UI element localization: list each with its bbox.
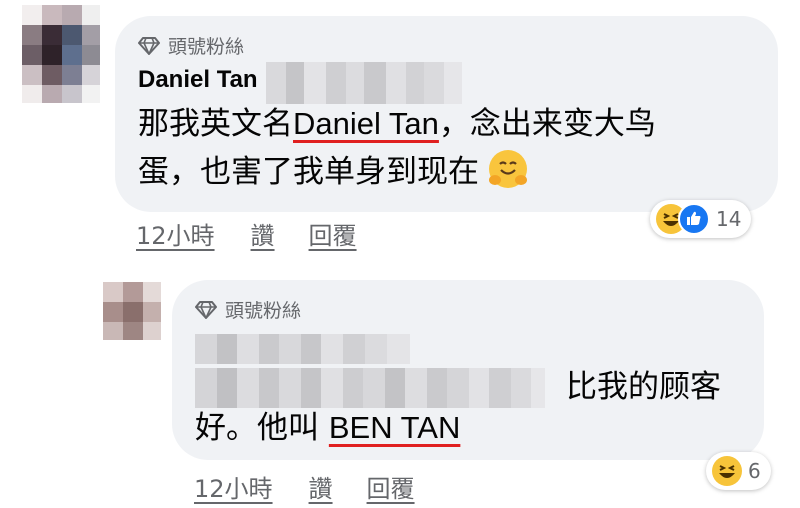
like-icon: [678, 203, 710, 235]
comment-text-line: 比我的顾客: [566, 367, 721, 407]
diamond-icon: [138, 36, 160, 56]
blurred-author-name: [195, 334, 410, 364]
reactions-summary[interactable]: 14: [650, 200, 752, 238]
comment-text-line: 那我英文名Daniel Tan，念出来变大鸟: [138, 104, 656, 144]
timestamp-link[interactable]: 12小時: [194, 469, 273, 504]
badge-label: 頭號粉絲: [168, 36, 245, 58]
commenter-avatar[interactable]: [22, 5, 100, 103]
top-fan-badge: 頭號粉絲: [138, 32, 244, 59]
blurred-text: [266, 62, 462, 104]
hugging-face-emoji: [488, 150, 527, 188]
reply-action-button[interactable]: 回覆: [367, 469, 415, 504]
haha-icon: [712, 456, 742, 486]
comment-actions: 12小時 讚 回覆: [136, 216, 357, 251]
text-segment: 蛋，也害了我单身到现在: [138, 154, 479, 190]
top-fan-badge: 頭號粉絲: [195, 296, 301, 323]
like-action-button[interactable]: 讚: [309, 469, 333, 504]
diamond-icon: [195, 300, 217, 320]
text-segment: 好。他叫: [195, 410, 329, 446]
underlined-name: BEN TAN: [328, 410, 461, 445]
reaction-count: 14: [716, 207, 742, 231]
reply-avatar[interactable]: [103, 282, 161, 340]
comment-text-line: 蛋，也害了我单身到现在: [138, 150, 527, 192]
comment-actions: 12小時 讚 回覆: [194, 469, 415, 504]
comment-text-line: 好。他叫 BEN TAN: [195, 408, 460, 448]
text-segment: 那我英文名: [138, 106, 293, 142]
text-segment: ，念出来变大鸟: [438, 106, 656, 142]
like-action-button[interactable]: 讚: [251, 216, 275, 251]
timestamp-link[interactable]: 12小時: [136, 216, 215, 251]
underlined-name: Daniel Tan: [293, 106, 439, 141]
badge-label: 頭號粉絲: [225, 300, 302, 322]
blurred-text: [195, 368, 555, 408]
reaction-count: 6: [748, 459, 761, 483]
text-segment: 比我的顾客: [566, 369, 721, 405]
reactions-summary[interactable]: 6: [706, 452, 771, 490]
author-name[interactable]: Daniel Tan: [138, 66, 258, 94]
reply-action-button[interactable]: 回覆: [309, 216, 357, 251]
